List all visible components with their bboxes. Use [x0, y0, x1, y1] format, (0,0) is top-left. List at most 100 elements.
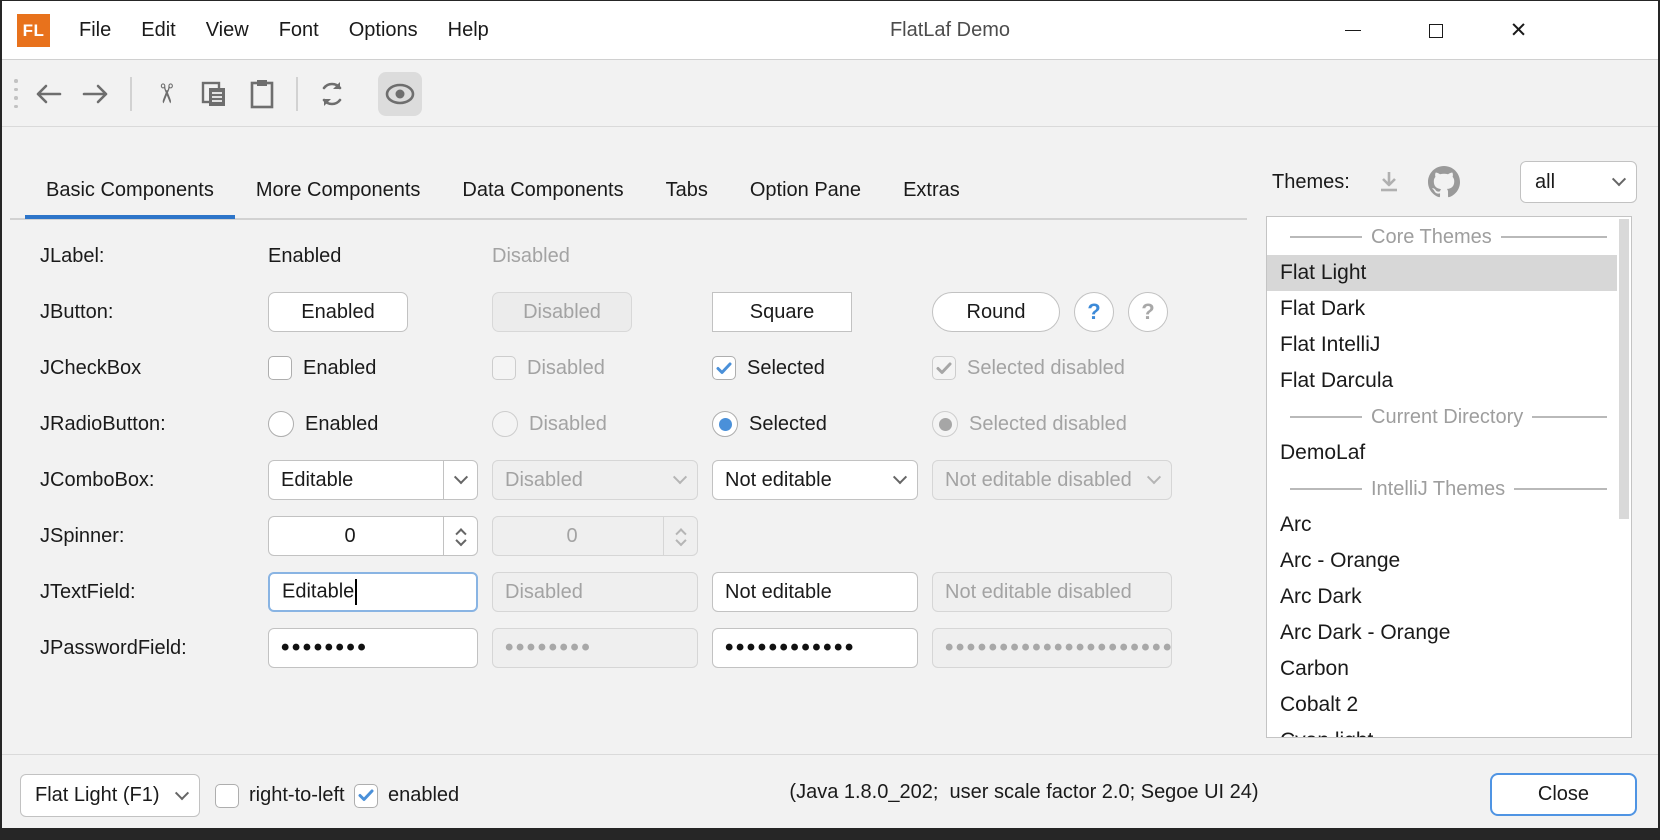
theme-item-flat-dark[interactable]: Flat Dark: [1267, 291, 1617, 327]
combobox-arrow-button[interactable]: [165, 775, 199, 816]
cut-button[interactable]: ✂: [144, 72, 188, 116]
radio-enabled[interactable]: Enabled: [268, 411, 478, 437]
copy-button[interactable]: [192, 72, 236, 116]
textfield-editable[interactable]: Editable: [268, 572, 478, 612]
textfield-value[interactable]: Editable: [270, 579, 357, 605]
radio-disabled: Disabled: [492, 411, 698, 437]
tab-bar: Basic Components More Components Data Co…: [25, 161, 981, 219]
theme-item-flat-light[interactable]: Flat Light: [1267, 255, 1617, 291]
radio-circle: [492, 411, 518, 437]
tab-option-pane[interactable]: Option Pane: [729, 161, 882, 219]
combobox-arrow-button[interactable]: [443, 461, 477, 499]
checkbox-enabled[interactable]: Enabled: [268, 356, 478, 380]
radio-dot: [719, 418, 732, 431]
forward-arrow-icon: [81, 82, 111, 106]
checkbox-box[interactable]: [268, 356, 292, 380]
copy-icon: [200, 80, 228, 108]
check-icon: [716, 362, 732, 375]
radio-selected[interactable]: Selected: [712, 411, 918, 437]
chevron-down-icon: [1612, 172, 1626, 186]
theme-item-flat-intellij[interactable]: Flat IntelliJ: [1267, 327, 1617, 363]
radio-label: Selected: [749, 413, 827, 436]
textfield-not-editable-disabled: Not editable disabled: [932, 572, 1172, 612]
paste-button[interactable]: [240, 72, 284, 116]
theme-filter-combobox[interactable]: all: [1520, 161, 1637, 203]
radio-circle-selected: [932, 411, 958, 437]
lookandfeel-combobox[interactable]: Flat Light (F1): [20, 774, 200, 817]
right-to-left-checkbox[interactable]: right-to-left: [215, 774, 345, 817]
toolbar-separator: [296, 77, 298, 111]
radio-circle[interactable]: [268, 411, 294, 437]
theme-item-flat-darcula[interactable]: Flat Darcula: [1267, 363, 1617, 399]
tab-more-components[interactable]: More Components: [235, 161, 442, 219]
combobox-not-editable[interactable]: Not editable: [712, 460, 918, 500]
theme-item-arc[interactable]: Arc: [1267, 507, 1617, 543]
combobox-arrow-button[interactable]: [1602, 162, 1636, 202]
theme-item-cyan-light[interactable]: Cyan light: [1267, 723, 1617, 738]
maximize-button[interactable]: [1394, 1, 1477, 60]
menu-font[interactable]: Font: [264, 1, 334, 60]
help-button-disabled: ?: [1128, 292, 1168, 332]
passwordfield-editable[interactable]: ••••••••: [268, 628, 478, 668]
theme-item-cobalt-2[interactable]: Cobalt 2: [1267, 687, 1617, 723]
chevron-down-icon: [675, 534, 686, 545]
menu-edit[interactable]: Edit: [126, 1, 190, 60]
check-icon: [936, 362, 952, 375]
theme-item-carbon[interactable]: Carbon: [1267, 651, 1617, 687]
password-dots: ••••••••: [493, 634, 592, 662]
checkbox-box-checked[interactable]: [354, 784, 378, 808]
square-button[interactable]: Square: [712, 292, 852, 332]
github-link-button[interactable]: [1428, 166, 1460, 198]
back-button[interactable]: [26, 72, 70, 116]
help-button[interactable]: ?: [1074, 292, 1114, 332]
toolbar-grip[interactable]: [14, 79, 18, 108]
scrollbar-thumb[interactable]: [1619, 219, 1629, 519]
password-dots[interactable]: ••••••••: [269, 634, 368, 662]
tab-basic-components[interactable]: Basic Components: [25, 161, 235, 219]
spinner-value[interactable]: 0: [344, 525, 367, 548]
checkbox-box[interactable]: [215, 784, 239, 808]
checkbox-selected[interactable]: Selected: [712, 356, 918, 380]
menu-options[interactable]: Options: [334, 1, 433, 60]
minimize-button[interactable]: [1311, 1, 1394, 60]
enabled-button[interactable]: Enabled: [268, 292, 408, 332]
radio-circle-selected[interactable]: [712, 411, 738, 437]
spinner-value: 0: [566, 525, 589, 548]
spinner-disabled: 0: [492, 516, 698, 556]
enabled-checkbox[interactable]: enabled: [354, 774, 459, 817]
theme-item-arc-dark-orange[interactable]: Arc Dark - Orange: [1267, 615, 1617, 651]
spinner-enabled[interactable]: 0: [268, 516, 478, 556]
forward-button[interactable]: [74, 72, 118, 116]
tab-tabs[interactable]: Tabs: [645, 161, 729, 219]
combobox-editable[interactable]: Editable: [268, 460, 478, 500]
show-toggle-button[interactable]: [378, 72, 422, 116]
theme-item-demolaf[interactable]: DemoLaf: [1267, 435, 1617, 471]
window-controls: ✕: [1311, 1, 1560, 60]
refresh-button[interactable]: [310, 72, 354, 116]
eye-icon: [384, 82, 416, 106]
close-window-button[interactable]: ✕: [1477, 1, 1560, 60]
tab-data-components[interactable]: Data Components: [441, 161, 644, 219]
menu-file[interactable]: File: [64, 1, 126, 60]
checkbox-box-checked[interactable]: [712, 356, 736, 380]
close-button[interactable]: Close: [1490, 773, 1637, 816]
jcombobox-row-label: JComboBox:: [40, 469, 254, 492]
theme-list: Core Themes Flat Light Flat Dark Flat In…: [1266, 216, 1632, 738]
menu-help[interactable]: Help: [433, 1, 504, 60]
theme-item-arc-dark[interactable]: Arc Dark: [1267, 579, 1617, 615]
radio-selected-disabled: Selected disabled: [932, 411, 1172, 437]
chevron-down-icon: [175, 786, 189, 800]
textfield-not-editable[interactable]: Not editable: [712, 572, 918, 612]
combobox-value[interactable]: Editable: [269, 469, 353, 492]
theme-item-arc-orange[interactable]: Arc - Orange: [1267, 543, 1617, 579]
round-button[interactable]: Round: [932, 292, 1060, 332]
tab-extras[interactable]: Extras: [882, 161, 981, 219]
passwordfield-not-editable[interactable]: ••••••••••••: [712, 628, 918, 668]
password-dots: ••••••••••••: [713, 634, 856, 662]
download-theme-button[interactable]: [1376, 169, 1402, 195]
spinner-buttons[interactable]: [443, 517, 477, 555]
combobox-arrow-button[interactable]: [883, 461, 917, 499]
menu-view[interactable]: View: [191, 1, 264, 60]
toolbar-separator: [130, 77, 132, 111]
cut-scissors-icon: ✂: [152, 82, 179, 105]
